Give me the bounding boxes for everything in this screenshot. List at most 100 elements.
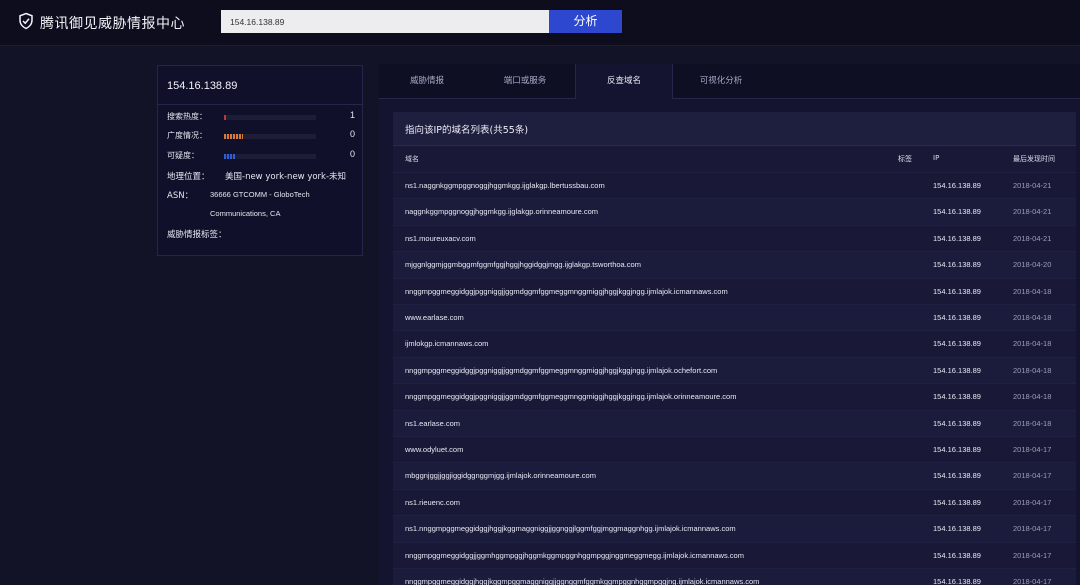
last-seen-cell: 2018-04-18 (1013, 392, 1052, 402)
search-heat-fill (224, 115, 226, 120)
domain-cell[interactable]: nnggmpggmeggidggjpggniggjjggmdggmfggmegg… (405, 392, 736, 401)
domain-cell[interactable]: nnggmpggmeggidggjjggmhggmpggjhggmkggmpgg… (405, 551, 744, 560)
tab-ports-services[interactable]: 端口或服务 (475, 64, 575, 98)
suspicion-bar (224, 154, 316, 159)
table-row[interactable]: ns1.rieuenc.com 154.16.138.89 2018-04-17 (393, 488, 1076, 516)
ip-cell: 154.16.138.89 (933, 233, 981, 243)
domain-list-card: 指向该IP的域名列表(共55条) 域名 标签 IP 最后发现时间 ns1.nag… (393, 112, 1076, 585)
domain-cell[interactable]: mjggnlggmjggmbggmfggmfggjhggjhggidggjmgg… (405, 260, 641, 269)
column-ip[interactable]: IP (933, 154, 939, 162)
last-seen-cell: 2018-04-17 (1013, 524, 1052, 534)
stat-label: 可疑度： (167, 151, 199, 160)
search-input[interactable] (221, 10, 549, 33)
threat-tags-row: 威胁情报标签： (167, 228, 227, 240)
stat-breadth: 广度情况： 0 (167, 129, 355, 144)
stat-label: 搜索热度： (167, 112, 207, 121)
domain-cell[interactable]: ns1.earlase.com (405, 419, 460, 428)
domain-cell[interactable]: naggnkggmpggnoggjhggmkgg.ijglakgp.orinne… (405, 207, 598, 216)
divider (158, 104, 362, 105)
ip-cell: 154.16.138.89 (933, 313, 981, 322)
last-seen-cell: 2018-04-18 (1013, 339, 1052, 349)
column-last-seen[interactable]: 最后发现时间 (1013, 154, 1055, 164)
table-row[interactable]: ns1.naggnkggmpggnoggjhggmkgg.ijglakgp.lb… (393, 172, 1076, 199)
last-seen-cell: 2018-04-18 (1013, 418, 1052, 428)
breadth-bar (224, 134, 316, 139)
stat-search-heat: 搜索热度： 1 (167, 110, 355, 125)
ip-cell: 154.16.138.89 (933, 286, 981, 296)
table-row[interactable]: ijmlokgp.icmannaws.com 154.16.138.89 2018-… (393, 330, 1076, 358)
location-value: 美国-new york-new york-未知 (225, 172, 347, 182)
domain-list-title: 指向该IP的域名列表(共55条) (405, 125, 529, 136)
brand[interactable]: 腾讯御见威胁情报中心 (17, 12, 185, 34)
last-seen-cell: 2018-04-18 (1013, 313, 1052, 322)
analyze-button[interactable]: 分析 (549, 10, 622, 33)
table-row[interactable]: nnggmpggmeggidggjpggniggjjggmdggmfggmegg… (393, 356, 1076, 384)
last-seen-cell: 2018-04-17 (1013, 471, 1052, 481)
ip-cell: 154.16.138.89 (933, 207, 981, 217)
tab-threat-intel[interactable]: 威胁情报 (379, 64, 475, 98)
table-row[interactable]: nnggmpggmeggidggjjggmhggmpggjhggmkggmpgg… (393, 541, 1076, 569)
ip-cell: 154.16.138.89 (933, 471, 981, 481)
table-header: 域名 标签 IP 最后发现时间 (393, 146, 1076, 172)
domain-cell[interactable]: www.earlase.com (405, 313, 464, 322)
last-seen-cell: 2018-04-17 (1013, 577, 1052, 585)
last-seen-cell: 2018-04-21 (1013, 207, 1052, 217)
table-row[interactable]: nnggmpggmeggidggjpggniggjjggmdggmfggmegg… (393, 383, 1076, 411)
domain-cell[interactable]: nnggmpggmeggidggjpggniggjjggmdggmfggmegg… (405, 366, 717, 375)
table-row[interactable]: ns1.moureuxacv.com 154.16.138.89 2018-04-2… (393, 224, 1076, 252)
ip-cell: 154.16.138.89 (933, 445, 981, 454)
ip-cell: 154.16.138.89 (933, 339, 981, 349)
table-body: ns1.naggnkggmpggnoggjhggmkgg.ijglakgp.lb… (393, 172, 1076, 585)
app-title: 腾讯御见威胁情报中心 (40, 16, 185, 32)
tab-visual-analysis[interactable]: 可视化分析 (671, 64, 771, 98)
asn-label: ASN： (167, 191, 194, 201)
last-seen-cell: 2018-04-20 (1013, 260, 1052, 270)
suspicion-fill (224, 154, 236, 159)
table-row[interactable]: www.earlase.com 154.16.138.89 2018-04-18 (393, 304, 1076, 331)
domain-cell[interactable]: nnggmpggmeggidggjpggniggjjggmdggmfggmegg… (405, 287, 728, 296)
domain-cell[interactable]: ns1.naggnkggmpggnoggjhggmkgg.ijglakgp.lb… (405, 181, 605, 190)
stat-value: 0 (349, 149, 355, 159)
table-row[interactable]: mjggnlggmjggmbggmfggmfggjhggjhggidggjmgg… (393, 251, 1076, 279)
table-row[interactable]: ns1.nnggmpggmeggidggjhggjkggmaggniggjjgg… (393, 515, 1076, 543)
domain-cell[interactable]: nnggmpggmeggidggjhggjkggmpggmaggniggjjgg… (405, 577, 759, 585)
domain-cell[interactable]: ns1.nnggmpggmeggidggjhggjkggmaggniggjjgg… (405, 524, 736, 533)
ip-cell: 154.16.138.89 (933, 181, 981, 190)
domain-cell[interactable]: ns1.moureuxacv.com (405, 234, 476, 243)
shield-check-icon (17, 12, 35, 34)
tab-reverse-domain[interactable]: 反查域名 (575, 64, 673, 99)
last-seen-cell: 2018-04-17 (1013, 497, 1052, 507)
last-seen-cell: 2018-04-21 (1013, 181, 1052, 190)
last-seen-cell: 2018-04-18 (1013, 365, 1052, 375)
last-seen-cell: 2018-04-17 (1013, 445, 1052, 454)
location-row: 地理位置： 美国-new york-new york-未知 (167, 170, 346, 182)
breadth-fill (224, 134, 244, 139)
ip-cell: 154.16.138.89 (933, 524, 981, 534)
domain-cell[interactable]: ns1.rieuenc.com (405, 498, 460, 507)
domain-cell[interactable]: mbggnjggjjggjiggidggnggmjgg.ijmlajok.ori… (405, 471, 596, 480)
detail-panel: 威胁情报 端口或服务 反查域名 可视化分析 指向该IP的域名列表(共55条) 域… (379, 64, 1080, 585)
stat-label: 广度情况： (167, 131, 207, 140)
ip-cell: 154.16.138.89 (933, 392, 981, 402)
stat-value: 0 (349, 129, 355, 139)
table-row[interactable]: nnggmpggmeggidggjpggniggjjggmdggmfggmegg… (393, 277, 1076, 305)
domain-list-header: 指向该IP的域名列表(共55条) (393, 112, 1076, 146)
table-row[interactable]: nnggmpggmeggidggjhggjkggmpggmaggniggjjgg… (393, 568, 1076, 585)
ip-cell: 154.16.138.89 (933, 418, 981, 428)
top-bar: 腾讯御见威胁情报中心 分析 (0, 0, 1080, 46)
domain-cell[interactable]: www.odyluet.com (405, 445, 463, 454)
domain-cell[interactable]: ijmlokgp.icmannaws.com (405, 339, 488, 348)
search-heat-bar (224, 115, 316, 120)
ip-cell: 154.16.138.89 (933, 365, 981, 375)
last-seen-cell: 2018-04-21 (1013, 233, 1052, 243)
table-row[interactable]: mbggnjggjjggjiggidggnggmjgg.ijmlajok.ori… (393, 462, 1076, 490)
tab-bar: 威胁情报 端口或服务 反查域名 可视化分析 (379, 64, 1080, 99)
column-tags[interactable]: 标签 (898, 154, 912, 164)
last-seen-cell: 2018-04-18 (1013, 286, 1052, 296)
table-row[interactable]: ns1.earlase.com 154.16.138.89 2018-04-18 (393, 409, 1076, 437)
column-domain[interactable]: 域名 (405, 154, 419, 164)
ip-cell: 154.16.138.89 (933, 260, 981, 270)
table-row[interactable]: www.odyluet.com 154.16.138.89 2018-04-17 (393, 436, 1076, 463)
asn-value: 36666 GTCOMM - GloboTech Communications,… (210, 190, 310, 218)
table-row[interactable]: naggnkggmpggnoggjhggmkgg.ijglakgp.orinne… (393, 198, 1076, 226)
